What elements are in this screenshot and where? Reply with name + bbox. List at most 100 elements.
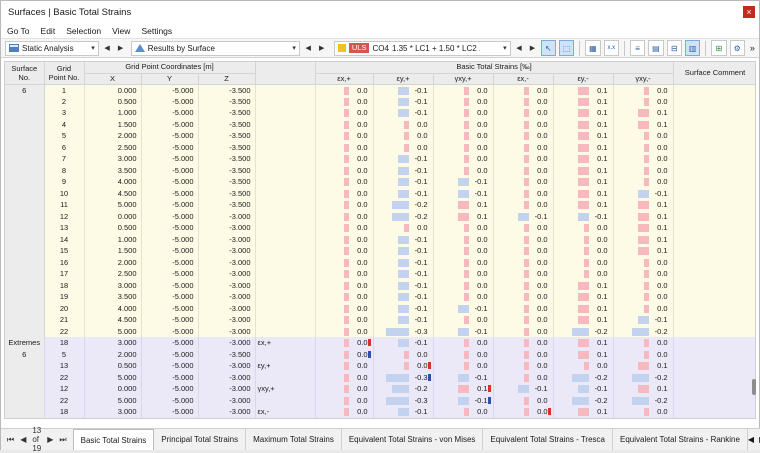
combination-select[interactable]: ULS CO4 1.35 * LC1 + 1.50 * LC2 ... ▾ bbox=[333, 40, 511, 56]
surface-comment[interactable] bbox=[673, 164, 755, 176]
header-surface-comment[interactable]: Surface Comment bbox=[673, 62, 755, 85]
table-row[interactable]: 14 1.000 -5.000 -3.000 0.0 -0.1 0.0 0.0 0.0 0.1 bbox=[5, 233, 755, 245]
surface-comment[interactable] bbox=[673, 371, 755, 383]
pick-icon[interactable]: ⬚ bbox=[558, 40, 575, 56]
header-gxy-minus[interactable]: γxy,- bbox=[613, 73, 674, 85]
surface-comment[interactable] bbox=[673, 118, 755, 130]
surface-comment[interactable] bbox=[673, 187, 755, 199]
surface-comment[interactable] bbox=[673, 199, 755, 211]
tab-basic-total-strains[interactable]: Basic Total Strains bbox=[72, 429, 155, 450]
surface-comment[interactable] bbox=[673, 406, 755, 418]
analysis-next-button[interactable]: ▶ bbox=[115, 41, 125, 56]
analysis-prev-button[interactable]: ◀ bbox=[102, 41, 112, 56]
next-page-button[interactable]: ▶ bbox=[47, 435, 53, 444]
surface-comment[interactable] bbox=[673, 337, 755, 349]
menu-view[interactable]: View bbox=[112, 26, 130, 36]
table-row[interactable]: 12 0.000 -5.000 -3.000 0.0 -0.2 0.1 -0.1 -0.1 0.1 bbox=[5, 210, 755, 222]
table-row[interactable]: 22 5.000 -5.000 -3.000 0.0 -0.3 -0.1 0.0 -0.2 -0.… bbox=[5, 394, 755, 406]
tab-rankine[interactable]: Equivalent Total Strains - Rankine bbox=[613, 429, 748, 450]
surface-comment[interactable] bbox=[673, 84, 755, 96]
settings-icon[interactable]: ⚙ bbox=[729, 40, 745, 56]
close-button[interactable]: × bbox=[743, 6, 755, 18]
toolbar-overflow-icon[interactable]: » bbox=[750, 43, 755, 53]
prev-page-button[interactable]: ◀ bbox=[20, 435, 26, 444]
results-select[interactable]: Results by Surface ▾ bbox=[130, 40, 300, 56]
header-z[interactable]: Z bbox=[198, 73, 256, 85]
header-gxy-plus[interactable]: γxy,+ bbox=[433, 73, 494, 85]
tab-tresca[interactable]: Equivalent Total Strains - Tresca bbox=[483, 429, 613, 450]
surface-comment[interactable] bbox=[673, 314, 755, 326]
layers-icon[interactable]: ▥ bbox=[684, 40, 701, 56]
results-prev-button[interactable]: ◀ bbox=[303, 41, 313, 56]
table-row[interactable]: 11 5.000 -5.000 -3.500 0.0 -0.2 0.1 0.0 0.1 0.1 bbox=[5, 199, 755, 211]
vertical-scrollbar-thumb[interactable] bbox=[752, 379, 756, 395]
surface-comment[interactable] bbox=[673, 176, 755, 188]
table-icon[interactable]: ▦ bbox=[585, 40, 601, 56]
first-page-button[interactable]: ⏮ bbox=[7, 435, 14, 445]
select-icon[interactable]: ↖ bbox=[540, 40, 556, 56]
header-ex-minus[interactable]: εx,- bbox=[493, 73, 554, 85]
table-row[interactable]: 3 1.000 -5.000 -3.500 0.0 -0.1 0.0 0.0 0.1 0.1 bbox=[5, 107, 755, 119]
sheet-icon[interactable]: ▤ bbox=[648, 40, 664, 56]
table-row[interactable]: 2 0.500 -5.000 -3.500 0.0 -0.1 0.0 0.0 0.1 0.0 bbox=[5, 95, 755, 107]
header-ey-minus[interactable]: εy,- bbox=[553, 73, 614, 85]
surface-comment[interactable] bbox=[673, 325, 755, 337]
table-row[interactable]: 21 4.500 -5.000 -3.000 0.0 -0.1 0.0 0.0 0.1 -0.1 bbox=[5, 314, 755, 326]
table-row[interactable]: 12 0.000 -5.000 -3.000 γxy,+ 0.0 -0.2 0.1 -0.1 -0… bbox=[5, 383, 755, 395]
export-icon[interactable]: ⊞ bbox=[711, 40, 727, 56]
table-row[interactable]: 6 1 0.000 -5.000 -3.500 0.0 -0.1 0.0 0.0 0.1 0.0 bbox=[5, 84, 755, 96]
table-row[interactable]: 22 5.000 -5.000 -3.000 0.0 -0.3 -0.1 0.0 -0.2 -0.… bbox=[5, 371, 755, 383]
table-row[interactable]: 20 4.000 -5.000 -3.000 0.0 -0.1 -0.1 0.0 0.1 0.0 bbox=[5, 302, 755, 314]
header-ey-plus[interactable]: εy,+ bbox=[373, 73, 434, 85]
menu-settings[interactable]: Settings bbox=[141, 26, 172, 36]
surface-comment[interactable] bbox=[673, 302, 755, 314]
tab-scroll-left-button[interactable]: ◀ bbox=[748, 435, 754, 444]
table-row[interactable]: 13 0.500 -5.000 -3.000 0.0 0.0 0.0 0.0 0.0 0.1 bbox=[5, 222, 755, 234]
header-x[interactable]: X bbox=[84, 73, 142, 85]
surface-comment[interactable] bbox=[673, 245, 755, 257]
combination-prev-button[interactable]: ◀ bbox=[514, 41, 524, 56]
combination-next-button[interactable]: ▶ bbox=[527, 41, 537, 56]
surface-comment[interactable] bbox=[673, 95, 755, 107]
header-grid-point[interactable]: Grid Point No. bbox=[44, 62, 85, 85]
table-row[interactable]: 16 2.000 -5.000 -3.000 0.0 -0.1 0.0 0.0 0.0 0.0 bbox=[5, 256, 755, 268]
table-row[interactable]: 9 4.000 -5.000 -3.500 0.0 -0.1 -0.1 0.0 0.1 0.0 bbox=[5, 176, 755, 188]
results-next-button[interactable]: ▶ bbox=[316, 41, 326, 56]
list-icon[interactable]: ≡ bbox=[629, 40, 646, 56]
header-y[interactable]: Y bbox=[141, 73, 199, 85]
header-surface-no[interactable]: Surface No. bbox=[5, 62, 45, 85]
tab-principal-total-strains[interactable]: Principal Total Strains bbox=[154, 429, 247, 450]
last-page-button[interactable]: ⏭ bbox=[59, 435, 66, 445]
table-row[interactable]: 22 5.000 -5.000 -3.000 0.0 -0.3 -0.1 0.0 -0.2 -0.… bbox=[5, 325, 755, 337]
surface-comment[interactable] bbox=[673, 107, 755, 119]
surface-comment[interactable] bbox=[673, 222, 755, 234]
tab-maximum-total-strains[interactable]: Maximum Total Strains bbox=[246, 429, 342, 450]
table-row[interactable]: 10 4.500 -5.000 -3.500 0.0 -0.1 -0.1 0.0 0.1 -0.1 bbox=[5, 187, 755, 199]
table-row[interactable]: 17 2.500 -5.000 -3.000 0.0 -0.1 0.0 0.0 0.0 0.0 bbox=[5, 268, 755, 280]
surface-comment[interactable] bbox=[673, 256, 755, 268]
surface-comment[interactable] bbox=[673, 383, 755, 395]
table-row[interactable]: 19 3.500 -5.000 -3.000 0.0 -0.1 0.0 0.0 0.1 0.0 bbox=[5, 291, 755, 303]
table-row[interactable]: 7 3.000 -5.000 -3.500 0.0 -0.1 0.0 0.0 0.1 0.0 bbox=[5, 153, 755, 165]
tab-von-mises[interactable]: Equivalent Total Strains - von Mises bbox=[342, 429, 484, 450]
analysis-select[interactable]: Static Analysis ▾ bbox=[5, 40, 99, 56]
menu-edit[interactable]: Edit bbox=[41, 26, 56, 36]
surface-comment[interactable] bbox=[673, 394, 755, 406]
surface-comment[interactable] bbox=[673, 130, 755, 142]
table-row[interactable]: 18 3.000 -5.000 -3.000 0.0 -0.1 0.0 0.0 0.1 0.0 bbox=[5, 279, 755, 291]
menu-goto[interactable]: Go To bbox=[7, 26, 30, 36]
table-row[interactable]: 6 2.500 -5.000 -3.500 0.0 0.0 0.0 0.0 0.1 0.0 bbox=[5, 141, 755, 153]
table-row[interactable]: 18 3.000 -5.000 -3.000 εx,- 0.0 -0.1 0.0 0.0 0.1 0… bbox=[5, 406, 755, 418]
table-row[interactable]: 15 1.500 -5.000 -3.000 0.0 -0.1 0.0 0.0 0.0 0.1 bbox=[5, 245, 755, 257]
surface-comment[interactable] bbox=[673, 141, 755, 153]
menu-selection[interactable]: Selection bbox=[66, 26, 101, 36]
surface-comment[interactable] bbox=[673, 291, 755, 303]
table-row[interactable]: Extremes 18 3.000 -5.000 -3.000 εx,+ 0.0 -0.1 0.… bbox=[5, 337, 755, 349]
surface-comment[interactable] bbox=[673, 233, 755, 245]
table-row[interactable]: 5 2.000 -5.000 -3.500 0.0 0.0 0.0 0.0 0.1 0.0 bbox=[5, 130, 755, 142]
surface-comment[interactable] bbox=[673, 348, 755, 360]
surface-comment[interactable] bbox=[673, 279, 755, 291]
table-row[interactable]: 13 0.500 -5.000 -3.000 εy,+ 0.0 0.0 0.0 0.0 0.0 0.… bbox=[5, 360, 755, 372]
header-ex-plus[interactable]: εx,+ bbox=[315, 73, 374, 85]
surface-comment[interactable] bbox=[673, 210, 755, 222]
